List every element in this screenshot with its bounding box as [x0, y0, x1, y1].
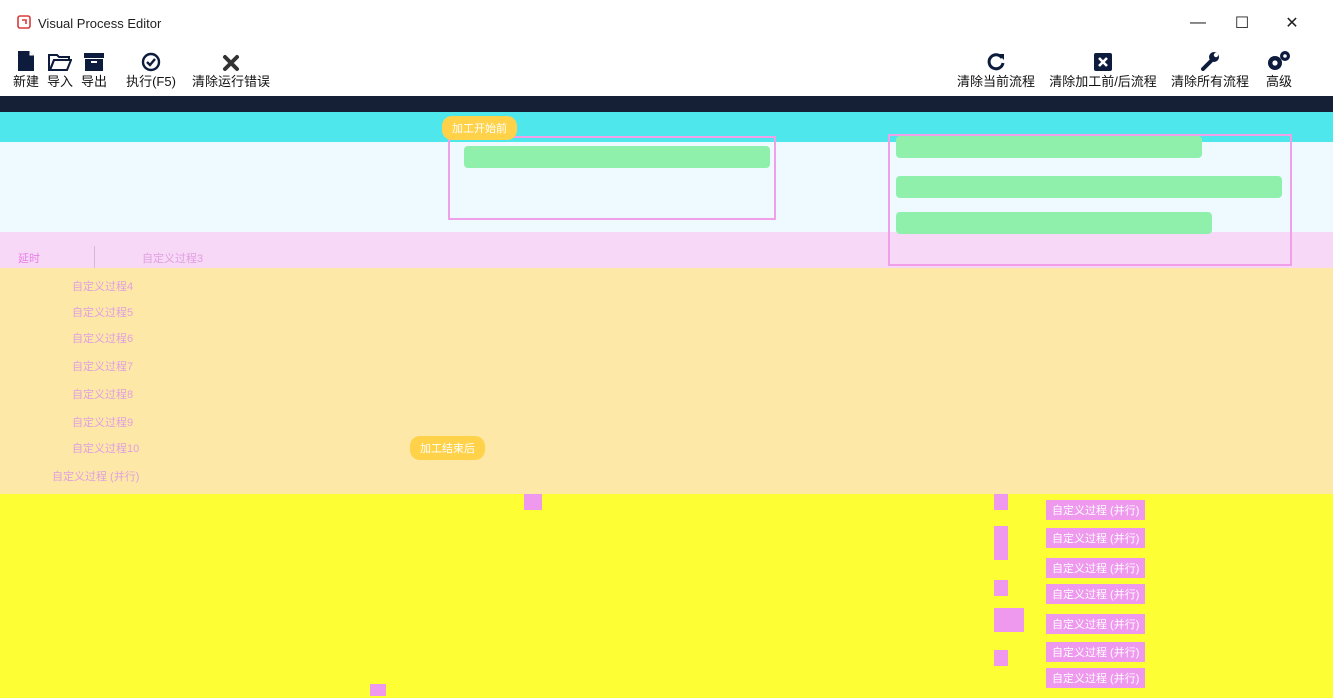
- marker: [994, 650, 1008, 666]
- import-label: 导入: [46, 74, 73, 89]
- parallel-item[interactable]: 自定义过程 (并行): [1046, 500, 1146, 520]
- clear-current-button[interactable]: 清除当前流程: [954, 44, 1038, 96]
- close-square-icon: [1094, 53, 1112, 71]
- clear-errors-button[interactable]: 清除运行错误: [190, 44, 272, 96]
- tree-item[interactable]: 自定义过程10: [72, 440, 139, 456]
- toolbar: 新建 导入 导出 执行(F5) 清除运行错误 清除当前流程 清除加工前/后流程 …: [0, 44, 1333, 96]
- close-button[interactable]: ✕: [1272, 10, 1312, 36]
- clear-pre-post-label: 清除加工前/后流程: [1049, 74, 1157, 89]
- clear-errors-label: 清除运行错误: [191, 74, 270, 89]
- run-button[interactable]: 执行(F5): [122, 44, 180, 96]
- canvas-band-cream: [0, 268, 1333, 494]
- marker: [524, 494, 542, 510]
- parallel-item[interactable]: 自定义过程 (并行): [1046, 558, 1146, 578]
- process-canvas[interactable]: 延时 自定义过程3 自定义过程4 自定义过程5 自定义过程6 自定义过程7 自定…: [0, 96, 1333, 698]
- canvas-header-band: [0, 96, 1333, 112]
- import-button[interactable]: 导入: [44, 44, 76, 96]
- category-delay[interactable]: 延时: [18, 250, 40, 266]
- marker: [994, 494, 1008, 510]
- tree-group[interactable]: 自定义过程 (并行): [52, 468, 139, 484]
- step-block[interactable]: [896, 212, 1212, 234]
- clear-all-button[interactable]: 清除所有流程: [1168, 44, 1252, 96]
- tree-item[interactable]: 自定义过程4: [72, 278, 133, 294]
- tree-item[interactable]: 自定义过程6: [72, 330, 133, 346]
- export-label: 导出: [80, 74, 107, 89]
- parallel-item[interactable]: 自定义过程 (并行): [1046, 668, 1146, 688]
- gears-icon: [1268, 51, 1290, 70]
- tree-item[interactable]: 自定义过程9: [72, 414, 133, 430]
- post-process-block[interactable]: 加工结束后: [410, 436, 485, 460]
- maximize-button[interactable]: ☐: [1222, 10, 1262, 36]
- tree-item[interactable]: 自定义过程7: [72, 358, 133, 374]
- marker: [994, 608, 1024, 632]
- parallel-item[interactable]: 自定义过程 (并行): [1046, 642, 1146, 662]
- clear-all-label: 清除所有流程: [1170, 74, 1249, 89]
- run-label: 执行(F5): [126, 74, 176, 89]
- pre-process-block[interactable]: 加工开始前: [442, 116, 517, 140]
- advanced-button[interactable]: 高级: [1256, 44, 1302, 96]
- check-circle-icon: [141, 52, 161, 72]
- new-file-icon: [18, 51, 34, 71]
- clear-pre-post-button[interactable]: 清除加工前/后流程: [1046, 44, 1160, 96]
- parallel-item[interactable]: 自定义过程 (并行): [1046, 528, 1146, 548]
- minimize-button[interactable]: —: [1178, 10, 1218, 36]
- parallel-item[interactable]: 自定义过程 (并行): [1046, 614, 1146, 634]
- export-button[interactable]: 导出: [78, 44, 110, 96]
- advanced-label: 高级: [1265, 74, 1292, 89]
- tree-item[interactable]: 自定义过程5: [72, 304, 133, 320]
- title-bar: Visual Process Editor — ☐ ✕: [0, 0, 1333, 44]
- marker: [994, 580, 1008, 596]
- step-block[interactable]: [896, 176, 1282, 198]
- wrench-icon: [1201, 52, 1219, 71]
- marker: [994, 526, 1008, 560]
- new-button[interactable]: 新建: [10, 44, 42, 96]
- open-folder-icon: [48, 54, 72, 71]
- parallel-item[interactable]: 自定义过程 (并行): [1046, 584, 1146, 604]
- clear-current-label: 清除当前流程: [956, 74, 1035, 89]
- step-block[interactable]: [896, 136, 1202, 158]
- panel-divider: [94, 246, 95, 268]
- app-logo-icon: [17, 15, 31, 29]
- refresh-icon: [987, 53, 1005, 71]
- process-step-block[interactable]: [464, 146, 770, 168]
- archive-box-icon: [84, 53, 104, 71]
- marker: [370, 684, 386, 696]
- window-title: Visual Process Editor: [38, 16, 162, 31]
- tree-item[interactable]: 自定义过程8: [72, 386, 133, 402]
- new-label: 新建: [12, 74, 39, 89]
- x-mark-icon: [223, 55, 239, 71]
- tree-item[interactable]: 自定义过程3: [142, 250, 203, 266]
